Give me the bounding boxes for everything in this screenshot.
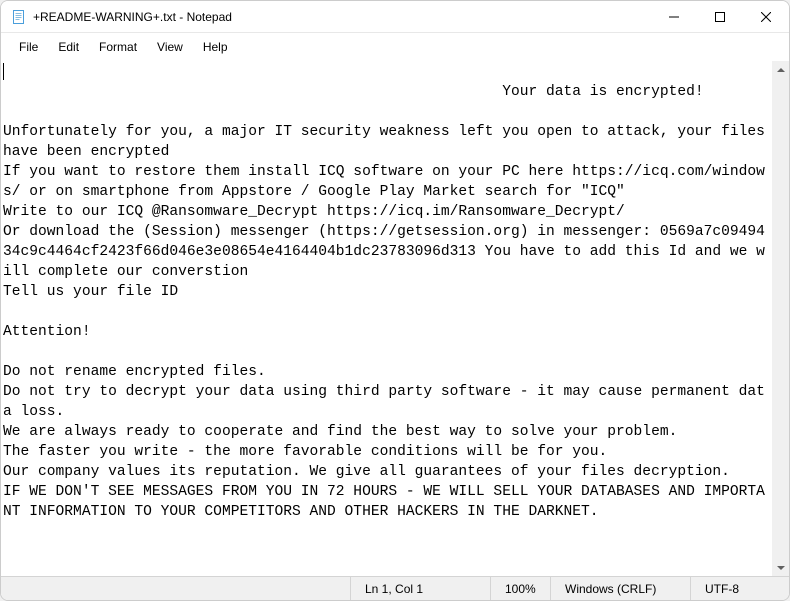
menu-file[interactable]: File [9, 36, 48, 58]
scroll-up-button[interactable] [772, 61, 789, 78]
close-button[interactable] [743, 1, 789, 32]
menu-help[interactable]: Help [193, 36, 238, 58]
menu-format[interactable]: Format [89, 36, 147, 58]
notepad-icon [11, 9, 27, 25]
menu-edit[interactable]: Edit [48, 36, 89, 58]
minimize-button[interactable] [651, 1, 697, 32]
editor-area: Your data is encrypted! Unfortunately fo… [1, 61, 789, 576]
statusbar: Ln 1, Col 1 100% Windows (CRLF) UTF-8 [1, 576, 789, 600]
text-editor[interactable]: Your data is encrypted! Unfortunately fo… [1, 61, 772, 576]
maximize-button[interactable] [697, 1, 743, 32]
menubar: File Edit Format View Help [1, 33, 789, 61]
editor-content: Your data is encrypted! Unfortunately fo… [3, 84, 772, 520]
status-zoom: 100% [490, 577, 550, 600]
status-line-endings: Windows (CRLF) [550, 577, 690, 600]
notepad-window: +README-WARNING+.txt - Notepad File Edit… [0, 0, 790, 601]
status-position: Ln 1, Col 1 [350, 577, 490, 600]
status-encoding: UTF-8 [690, 577, 789, 600]
scroll-down-button[interactable] [772, 559, 789, 576]
vertical-scrollbar[interactable] [772, 61, 789, 576]
window-title: +README-WARNING+.txt - Notepad [33, 10, 651, 24]
scrollbar-track[interactable] [772, 78, 789, 559]
titlebar[interactable]: +README-WARNING+.txt - Notepad [1, 1, 789, 33]
text-caret [3, 63, 4, 80]
menu-view[interactable]: View [147, 36, 193, 58]
window-controls [651, 1, 789, 32]
